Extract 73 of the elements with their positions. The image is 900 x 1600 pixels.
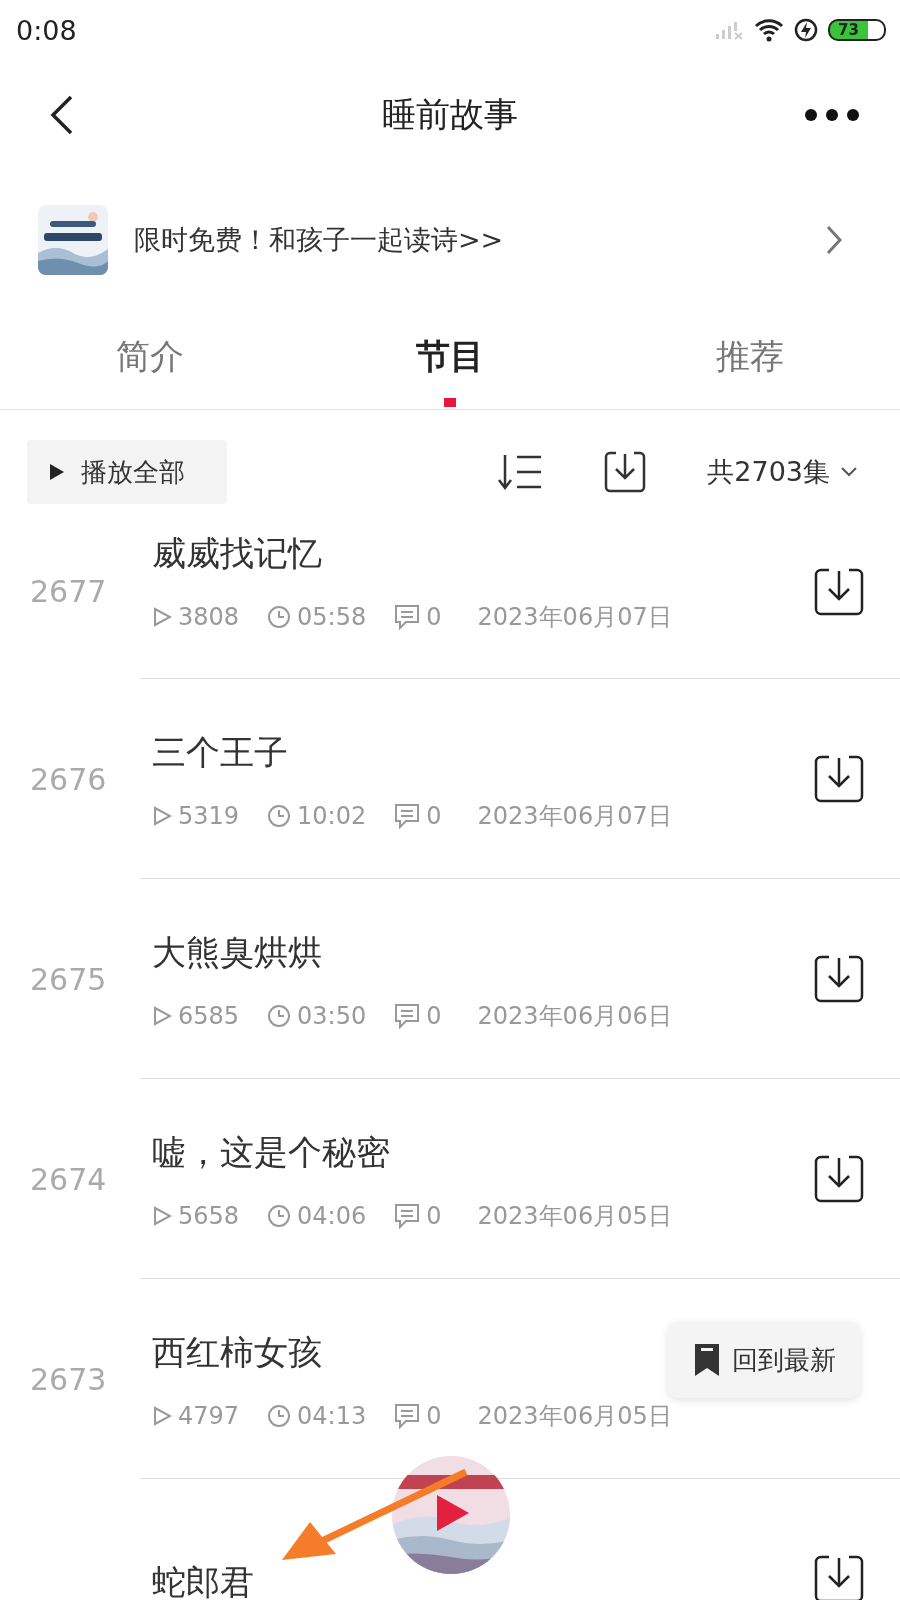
tab[interactable]: 节目 [300,329,600,409]
episode-title[interactable]: 蛇郎君 [152,1562,254,1600]
tab[interactable]: 简介 [0,329,300,409]
episode-number: 2676 [29,761,108,797]
episode-duration: 04:13 [297,1402,367,1430]
comment-icon [394,1203,421,1229]
episode-duration: 03:50 [297,1002,367,1030]
episode-number: 2674 [29,1161,108,1197]
episode-duration: 05:58 [297,602,367,631]
episode-title[interactable]: 西红柿女孩 [152,1332,322,1372]
back-icon[interactable] [50,95,74,135]
wifi-icon [754,18,784,42]
episode-date: 2023年06月05日 [477,1401,672,1432]
play-count: 3808 [178,602,240,631]
clock-icon [267,1204,292,1228]
page-title: 睡前故事 [381,93,519,136]
episode-date: 2023年06月06日 [477,1001,672,1032]
download-icon[interactable] [814,1155,864,1203]
status-time: 0:08 [16,14,77,46]
comment-icon [394,1403,421,1429]
episode-number: 2675 [29,961,108,997]
comment-icon [394,1003,421,1029]
episode-number: 2677 [29,574,108,609]
episode-number: 2673 [29,1361,108,1397]
episode-title[interactable]: 嘘，这是个秘密 [152,1132,390,1172]
tab[interactable]: 推荐 [600,329,900,409]
bookmark-icon [694,1343,720,1377]
more-icon[interactable] [804,108,860,122]
play-count: 5319 [178,802,240,830]
play-count-icon [152,605,172,628]
clock-icon [267,604,292,629]
comment-icon [394,603,421,630]
episode-date: 2023年06月07日 [477,601,672,633]
promo-banner[interactable]: 限时免费！和孩子一起读诗>> [0,203,900,277]
play-count-icon [152,805,172,827]
play-count-icon [152,1005,172,1027]
episode-count-dropdown[interactable]: 共2703集 [707,454,858,490]
download-icon[interactable] [814,567,864,616]
charging-icon [794,18,818,42]
comment-count: 0 [426,1002,442,1030]
episode-date: 2023年06月05日 [477,1201,672,1232]
comment-count: 0 [426,1202,442,1230]
clock-icon [267,1404,292,1428]
chevron-right-icon [826,225,842,255]
clock-icon [267,1004,292,1028]
episode-duration: 04:06 [297,1202,367,1230]
sort-icon[interactable] [497,453,544,491]
download-icon[interactable] [814,1555,864,1600]
play-count-icon [152,1205,172,1227]
comment-count: 0 [426,802,442,830]
clock-icon [267,804,292,828]
play-count: 5658 [178,1202,240,1230]
promo-text: 限时免费！和孩子一起读诗>> [134,223,505,257]
download-icon[interactable] [814,955,864,1003]
episode-date: 2023年06月07日 [477,801,672,832]
download-icon[interactable] [814,755,864,803]
episode-title[interactable]: 大熊臭烘烘 [152,932,322,972]
play-count: 6585 [178,1002,240,1030]
comment-count: 0 [426,602,442,631]
play-count: 4797 [178,1402,240,1430]
back-to-latest-button[interactable]: 回到最新 [668,1322,860,1398]
episode-title[interactable]: 三个王子 [152,732,288,772]
comment-count: 0 [426,1402,442,1430]
play-icon [49,463,65,481]
play-all-button[interactable]: 播放全部 [27,440,227,504]
episode-title[interactable]: 威威找记忆 [152,532,322,573]
battery-indicator: 73 [828,19,886,41]
signal-icon [714,20,744,40]
comment-icon [394,803,421,829]
download-icon[interactable] [603,450,648,494]
chevron-down-icon [840,466,858,478]
play-count-icon [152,1405,172,1427]
episode-duration: 10:02 [297,802,367,830]
